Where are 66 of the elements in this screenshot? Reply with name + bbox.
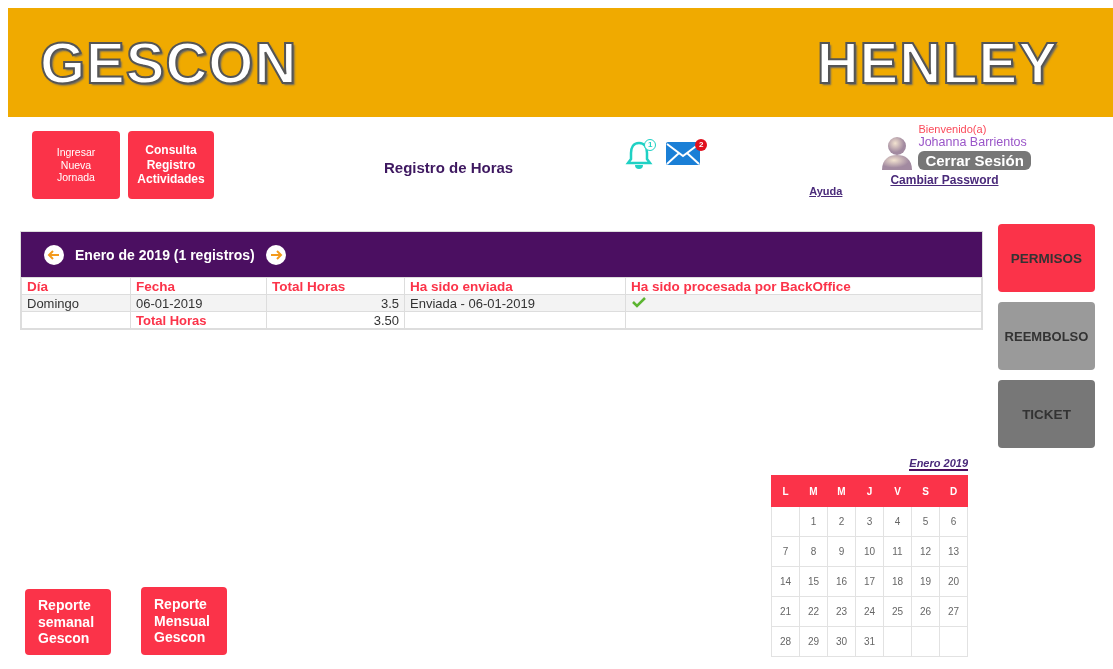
weekday-header: M: [827, 475, 856, 507]
change-password-link[interactable]: Cambiar Password: [890, 173, 999, 187]
column-header: Total Horas: [266, 277, 405, 295]
calendar-day[interactable]: 21: [771, 596, 800, 627]
report-button[interactable]: Reporte semanal Gescon: [25, 589, 111, 655]
weekday-header: D: [939, 475, 968, 507]
calendar-day[interactable]: 24: [855, 596, 884, 627]
nav-button[interactable]: Ingresar Nueva Jornada: [32, 131, 120, 199]
calendar-day[interactable]: 25: [883, 596, 912, 627]
calendar-day[interactable]: 10: [855, 536, 884, 567]
page-title: Registro de Horas: [384, 159, 514, 176]
column-header: Ha sido procesada por BackOffice: [625, 277, 982, 295]
calendar-day[interactable]: 14: [771, 566, 800, 597]
column-header: Fecha: [130, 277, 267, 295]
calendar-day[interactable]: 22: [799, 596, 828, 627]
calendar-day[interactable]: 16: [827, 566, 856, 597]
greeting-text: Bienvenido(a): [918, 123, 987, 135]
envelope-icon: [665, 139, 702, 167]
calendar-title: Enero 2019: [909, 457, 968, 471]
user-avatar-icon: [880, 135, 915, 171]
calendar-day[interactable]: 3: [855, 506, 884, 537]
calendar-day[interactable]: 31: [855, 626, 884, 657]
calendar-day[interactable]: 29: [799, 626, 828, 657]
calendar-day[interactable]: 4: [883, 506, 912, 537]
user-name: Johanna Barrientos: [918, 135, 1027, 149]
total-label: Total Horas: [130, 311, 267, 329]
calendar-day[interactable]: 18: [883, 566, 912, 597]
calendar-day[interactable]: 28: [771, 626, 800, 657]
nav-button[interactable]: Consulta Registro Actividades: [128, 131, 214, 199]
bell-icon: [625, 139, 654, 171]
caption-text: Enero de 2019 (1 registros): [75, 246, 255, 263]
calendar-day[interactable]: 30: [827, 626, 856, 657]
logo-text: HENLEY: [816, 29, 1058, 96]
count-badge: 2: [695, 139, 708, 151]
calendar-day[interactable]: 5: [911, 506, 940, 537]
calendar-day[interactable]: 6: [939, 506, 968, 537]
weekday-header: S: [911, 475, 940, 507]
calendar-day[interactable]: 1: [799, 506, 828, 537]
calendar-day[interactable]: 17: [855, 566, 884, 597]
logo-text: GESCON: [40, 29, 298, 96]
calendar-day[interactable]: 2: [827, 506, 856, 537]
calendar-day[interactable]: 8: [799, 536, 828, 567]
weekday-header: J: [855, 475, 884, 507]
column-header: Día: [21, 277, 131, 295]
count-badge: 1: [644, 139, 657, 151]
weekday-header: M: [799, 475, 828, 507]
report-button[interactable]: Reporte Mensual Gescon: [141, 587, 227, 655]
help-link[interactable]: Ayuda: [809, 185, 843, 197]
calendar-day[interactable]: 19: [911, 566, 940, 597]
calendar-day[interactable]: 15: [799, 566, 828, 597]
side-button[interactable]: REEMBOLSO: [998, 302, 1095, 370]
calendar-day[interactable]: 20: [939, 566, 968, 597]
calendar-day[interactable]: 11: [883, 536, 912, 567]
logout-button[interactable]: Cerrar Sesión: [918, 151, 1031, 170]
side-button[interactable]: PERMISOS: [998, 224, 1095, 292]
calendar-day[interactable]: 13: [939, 536, 968, 567]
calendar-day[interactable]: 23: [827, 596, 856, 627]
weekday-header: V: [883, 475, 912, 507]
column-header: Ha sido enviada: [404, 277, 626, 295]
calendar-day[interactable]: 9: [827, 536, 856, 567]
calendar-day[interactable]: 7: [771, 536, 800, 567]
calendar-day[interactable]: 27: [939, 596, 968, 627]
calendar-day[interactable]: 12: [911, 536, 940, 567]
total-value: 3.50: [266, 311, 405, 329]
weekday-header: L: [771, 475, 800, 507]
calendar-day[interactable]: 26: [911, 596, 940, 627]
